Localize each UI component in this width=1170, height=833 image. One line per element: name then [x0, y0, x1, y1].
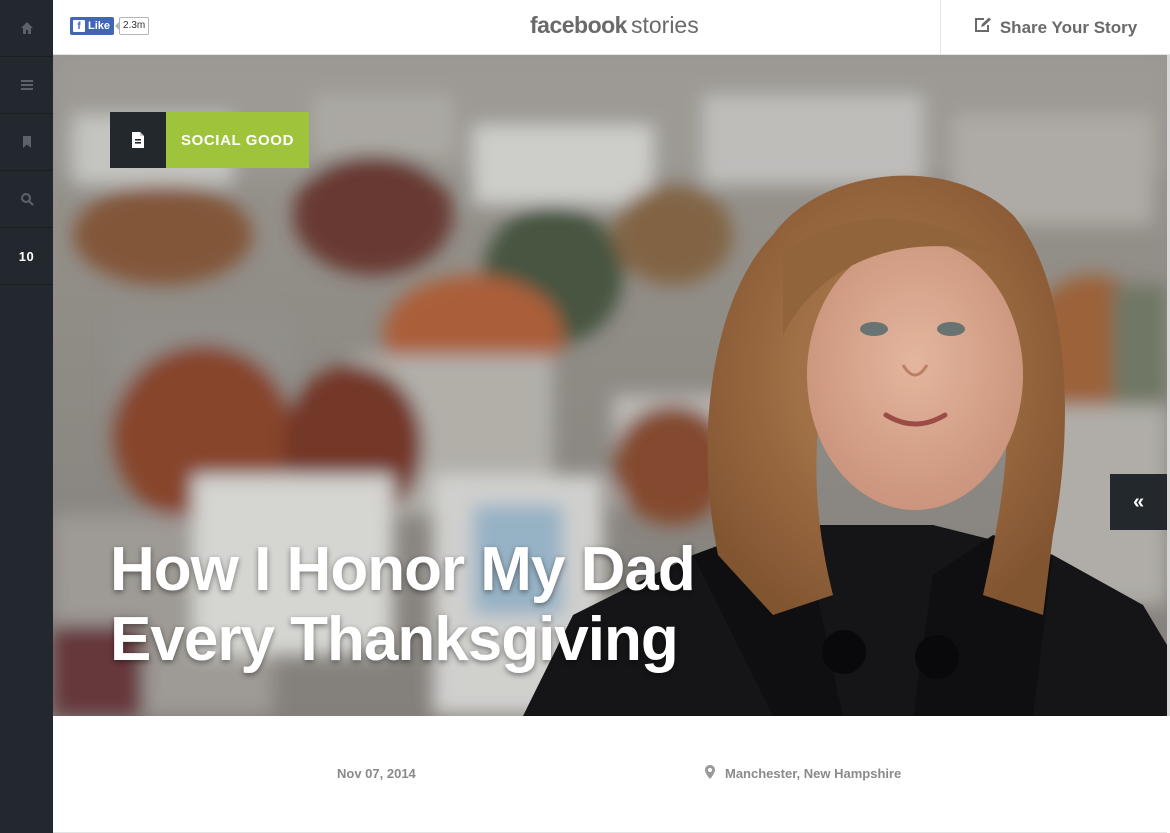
sidebar-item-menu[interactable]: [0, 57, 53, 114]
menu-icon: [20, 79, 34, 91]
headline-line-1: How I Honor My Dad: [110, 535, 696, 604]
story-location: Manchester, New Hampshire: [705, 765, 901, 782]
location-pin-icon: [705, 765, 725, 782]
collapse-panel-button[interactable]: «: [1110, 474, 1167, 530]
bookmark-icon: [21, 135, 33, 149]
facebook-logo-icon: f: [73, 20, 85, 32]
search-icon: [20, 192, 34, 206]
top-bar: f Like 2.3m facebook stories Share Your …: [53, 0, 1170, 55]
share-your-story-button[interactable]: Share Your Story: [940, 0, 1170, 55]
category-tag[interactable]: SOCIAL GOOD: [110, 112, 309, 168]
story-meta: Nov 07, 2014 Manchester, New Hampshire: [53, 716, 1167, 833]
site-logo[interactable]: facebook stories: [530, 12, 699, 42]
sidebar-item-search[interactable]: [0, 171, 53, 228]
like-label: Like: [88, 20, 111, 32]
hero-banner: SOCIAL GOOD How I Honor My Dad Every Tha…: [53, 55, 1167, 716]
double-chevron-left-icon: «: [1132, 490, 1145, 513]
sidebar-item-bookmark[interactable]: [0, 114, 53, 171]
left-sidebar: 10: [0, 0, 53, 833]
sidebar-story-count[interactable]: 10: [0, 228, 53, 285]
edit-icon: [974, 17, 1000, 38]
location-label: Manchester, New Hampshire: [725, 766, 902, 781]
like-count: 2.3m: [114, 17, 150, 35]
brand-light: stories: [630, 12, 699, 38]
home-icon: [20, 21, 34, 35]
facebook-like-widget: f Like 2.3m: [70, 17, 150, 35]
story-date: Nov 07, 2014: [337, 766, 416, 781]
story-count: 10: [18, 248, 35, 264]
like-button[interactable]: f Like: [70, 17, 115, 35]
share-label: Share Your Story: [999, 17, 1138, 37]
story-headline: How I Honor My Dad Every Thanksgiving: [110, 535, 830, 675]
sidebar-item-home[interactable]: [0, 0, 53, 57]
brand-bold: facebook: [530, 12, 627, 38]
document-icon: [110, 112, 166, 168]
headline-line-2: Every Thanksgiving: [110, 605, 679, 674]
category-label: SOCIAL GOOD: [166, 112, 309, 168]
